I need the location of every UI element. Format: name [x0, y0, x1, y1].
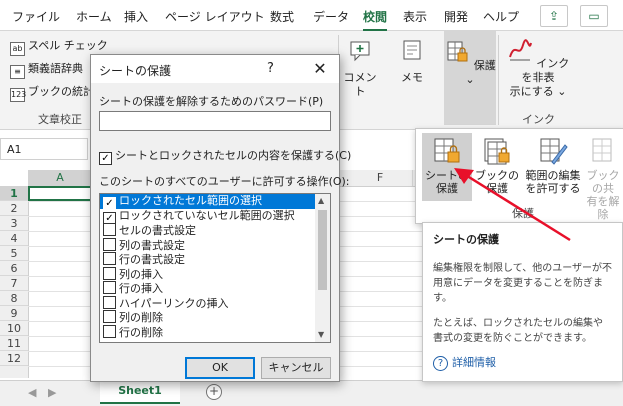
new-comment-icon	[350, 41, 370, 62]
list-item[interactable]: 列の書式設定	[100, 237, 330, 253]
name-box[interactable]: A1	[0, 138, 88, 160]
cancel-button[interactable]: キャンセル	[261, 357, 331, 379]
checkbox-icon	[103, 266, 116, 280]
close-icon[interactable]: ✕	[303, 56, 337, 82]
tab-help[interactable]: ヘルプ	[483, 8, 519, 25]
active-cell[interactable]	[28, 186, 92, 201]
chevron-down-icon: ⌄	[557, 85, 567, 98]
statistics-icon: 123	[10, 88, 26, 102]
dialog-title: シートの保護	[99, 64, 172, 78]
list-item[interactable]: 行の挿入	[100, 281, 330, 296]
learn-more-link[interactable]: ? 詳細情報	[433, 354, 496, 371]
unshare-workbook-icon	[592, 138, 612, 162]
annotation-arrow	[454, 168, 571, 242]
comments-icon[interactable]: ▭	[580, 5, 608, 27]
ok-button[interactable]: OK	[185, 357, 255, 379]
list-item[interactable]: 行の削除	[100, 324, 330, 340]
row-header[interactable]: 2	[0, 201, 28, 216]
protect-sheet-dialog: シートの保護 ? ✕ シートの保護を解除するためのパスワード(P) ✓ シートとロ…	[90, 54, 351, 382]
row-header[interactable]: 9	[0, 306, 28, 321]
thesaurus-button[interactable]: ≡ 類義語辞典	[10, 60, 83, 79]
tab-file[interactable]: ファイル	[12, 8, 60, 25]
list-item[interactable]: ✓ ロックされたセル範囲の選択	[100, 194, 330, 210]
tab-insert[interactable]: 挿入	[124, 8, 148, 25]
list-item[interactable]: ハイパーリンクの挿入	[100, 295, 330, 311]
checkbox-icon	[103, 310, 116, 323]
row-headers: 1 2 3 4 5 6 7 8 9 10 11 12	[0, 186, 29, 378]
sheet-tab-bar: ◀ ▶	[0, 380, 623, 406]
scroll-left-icon[interactable]: ◀	[28, 386, 36, 399]
new-comment-button[interactable]: コメント	[340, 37, 380, 99]
divider	[498, 35, 499, 125]
thesaurus-icon: ≡	[10, 65, 25, 79]
column-header-a[interactable]: A	[28, 170, 93, 186]
tab-developer[interactable]: 開発	[444, 8, 468, 25]
proofing-group-label: 文章校正	[38, 113, 82, 126]
list-scrollbar[interactable]: ▲ ▼	[315, 194, 330, 342]
tab-page-layout[interactable]: ページ レイアウト	[165, 8, 265, 25]
tooltip-example: たとえば、ロックされたセルの編集や書式の変更を防ぐことができます。	[433, 318, 603, 344]
scroll-up-icon[interactable]: ▲	[318, 196, 324, 205]
password-input[interactable]	[99, 111, 331, 131]
spell-check-icon: ab	[10, 42, 25, 56]
ink-icon	[508, 39, 532, 61]
scroll-right-icon[interactable]: ▶	[48, 386, 56, 399]
help-circle-icon: ?	[433, 356, 448, 371]
row-header[interactable]: 4	[0, 231, 28, 246]
add-sheet-icon[interactable]: +	[206, 384, 222, 400]
row-header[interactable]: 11	[0, 336, 28, 351]
share-icon[interactable]: ⇪	[540, 5, 568, 27]
row-header[interactable]: 10	[0, 321, 28, 336]
list-item[interactable]: 列の挿入	[100, 266, 330, 282]
checkbox-checked-icon: ✓	[99, 152, 112, 165]
menu-bar: ファイル ホーム 挿入 ページ レイアウト 数式 データ 校閲 表示 開発 ヘル…	[0, 0, 623, 31]
tooltip-description: 編集権限を制限して、他のユーザーが不用意にデータを変更することを防ぎます。	[433, 263, 612, 304]
row-header[interactable]: 8	[0, 291, 28, 306]
list-item[interactable]: 行の書式設定	[100, 252, 330, 267]
unshare-workbook-button: ブックの共 有を解除	[582, 133, 623, 221]
row-header[interactable]: 12	[0, 351, 28, 366]
checkbox-icon	[103, 295, 116, 309]
workbook-statistics-button[interactable]: 123 ブックの統計	[10, 83, 94, 102]
checkbox-icon	[103, 252, 116, 265]
hide-ink-button[interactable]: インクを非表 示にする ⌄	[502, 37, 574, 99]
help-button[interactable]: ?	[267, 61, 274, 76]
list-item[interactable]: 列の削除	[100, 310, 330, 325]
notes-button[interactable]: メモ	[392, 37, 432, 85]
row-header[interactable]: 1	[0, 186, 28, 201]
scrollbar-thumb[interactable]	[318, 210, 327, 290]
sheet-tab[interactable]: Sheet1	[100, 380, 180, 404]
row-header[interactable]: 7	[0, 276, 28, 291]
permissions-list[interactable]: ✓ ロックされたセル範囲の選択 ✓ ロックされていないセル範囲の選択 セルの書式設定…	[99, 193, 331, 343]
notes-icon	[403, 40, 421, 60]
checkbox-icon	[103, 281, 116, 294]
tab-data[interactable]: データ	[313, 8, 349, 25]
row-header[interactable]: 6	[0, 261, 28, 276]
protect-contents-checkbox[interactable]: ✓ シートとロックされたセルの内容を保護する(C)	[99, 147, 351, 165]
checkbox-icon	[103, 324, 116, 338]
list-item[interactable]: セルの書式設定	[100, 223, 330, 238]
protect-icon	[447, 41, 468, 62]
tab-formulas[interactable]: 数式	[270, 8, 294, 25]
row-header[interactable]: 3	[0, 216, 28, 231]
tab-home[interactable]: ホーム	[76, 8, 112, 25]
checkbox-icon	[103, 237, 116, 251]
tab-review[interactable]: 校閲	[363, 8, 388, 31]
list-item[interactable]: ✓ ロックされていないセル範囲の選択	[100, 209, 330, 225]
allow-actions-label: このシートのすべてのユーザーに許可する操作(O):	[99, 175, 350, 188]
protect-button[interactable]: 保護 ⌄	[444, 31, 496, 125]
column-header-f[interactable]: F	[348, 170, 413, 186]
row-header[interactable]: 5	[0, 246, 28, 261]
checkbox-icon	[103, 223, 116, 236]
tab-view[interactable]: 表示	[403, 8, 427, 25]
password-label: シートの保護を解除するためのパスワード(P)	[99, 95, 324, 108]
scroll-down-icon[interactable]: ▼	[318, 330, 324, 339]
ink-group-label: インク	[522, 113, 555, 126]
dialog-title-bar: シートの保護 ? ✕	[91, 55, 339, 83]
chevron-down-icon: ⌄	[465, 73, 475, 86]
